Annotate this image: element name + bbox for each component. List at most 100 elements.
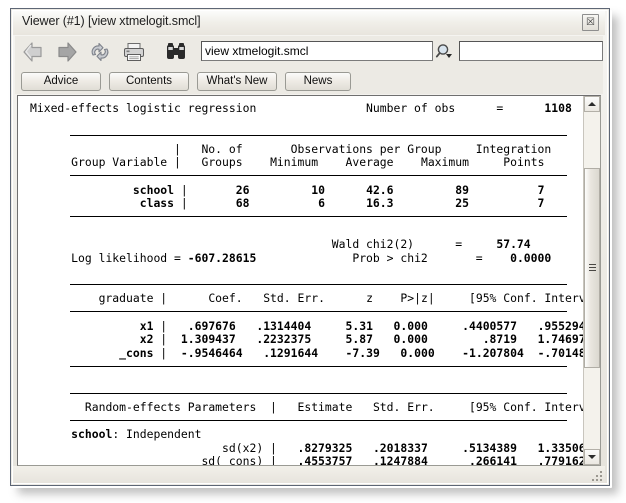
random-row-term: sd(_cons)	[201, 454, 264, 465]
print-icon[interactable]	[121, 39, 147, 65]
chevron-down-icon	[588, 455, 596, 459]
group-row-groups: 68	[235, 196, 250, 211]
coef-col-ci: [95% Conf. Interval]	[468, 291, 584, 306]
prob-value: 0.0000	[510, 250, 552, 265]
wald-label: Wald chi2(2)	[331, 236, 415, 251]
coef-row-p: 0.000	[393, 318, 428, 333]
coef-row-se: .1314404	[256, 318, 312, 333]
button-bar: Advice Contents What's New News	[15, 68, 603, 94]
forward-arrow-icon[interactable]	[53, 39, 79, 65]
random-row-estimate: .8279325	[297, 440, 353, 455]
random-row-estimate: .4553757	[297, 454, 353, 465]
random-row-cilo: .5134389	[462, 440, 517, 455]
title-bar[interactable]: Viewer (#1) [view xtmelogit.smcl] ☒	[13, 11, 605, 35]
coef-dep-var: graduate	[98, 291, 154, 306]
random-col-ci: [95% Conf. Interval]	[468, 400, 584, 415]
scroll-down-button[interactable]	[584, 449, 600, 465]
magnifier-dropdown-icon[interactable]	[435, 42, 455, 61]
random-col-stderr: Std. Err.	[372, 400, 435, 415]
viewer-window: Viewer (#1) [view xtmelogit.smcl] ☒ view…	[10, 8, 610, 486]
stata-output-text: Mixed-effects logistic regression Number…	[18, 96, 584, 465]
coef-row-coef: -.9546464	[180, 345, 243, 360]
coef-row-p: 0.000	[393, 332, 428, 347]
random-col-params: Random-effects Parameters	[84, 400, 257, 415]
coef-row-p: 0.000	[400, 345, 435, 360]
nobs-value: 1108	[544, 101, 572, 115]
group-row-average: 42.6	[366, 182, 394, 197]
back-arrow-icon[interactable]	[21, 39, 47, 65]
coef-col-z: z	[366, 291, 373, 306]
refresh-icon[interactable]	[87, 39, 113, 65]
group-col-minimum: Minimum	[270, 155, 319, 170]
group-row-name: class	[139, 196, 175, 211]
status-bar	[13, 466, 605, 483]
coef-row-coef: .697676	[187, 318, 236, 333]
toolbar	[15, 36, 603, 68]
vertical-scrollbar[interactable]	[583, 96, 600, 465]
group-col-no-of: No. of	[201, 141, 243, 156]
coef-col-coef: Coef.	[208, 291, 243, 306]
group-row-groups: 26	[235, 182, 250, 197]
random-row-cihi: 1.335061	[537, 440, 584, 455]
random-row-term: sd(x2)	[222, 440, 264, 455]
random-row-cihi: .7791625	[537, 454, 584, 465]
coef-row-z: 5.87	[345, 332, 373, 347]
coef-row-coef: 1.309437	[180, 332, 236, 347]
loglik-value: -607.28615	[187, 250, 257, 265]
chevron-up-icon	[588, 102, 596, 106]
coef-row-se: .1291644	[263, 345, 319, 360]
random-row-se: .1247884	[372, 454, 428, 465]
coef-row-term: _cons	[119, 345, 154, 360]
scroll-up-button[interactable]	[584, 96, 600, 112]
find-binoculars-icon[interactable]	[163, 39, 189, 65]
group-row-minimum: 10	[311, 182, 325, 197]
resize-grip-icon[interactable]	[589, 468, 602, 481]
coef-row-cilo: .4400577	[462, 318, 517, 333]
group-col-variable: Group Variable	[71, 155, 168, 170]
group-row-points: 7	[537, 196, 545, 211]
wald-value: 57.74	[496, 236, 531, 251]
group-col-obs-per-group: Observations per Group	[290, 141, 442, 156]
output-header-line: Mixed-effects logistic regression	[30, 101, 257, 115]
group-row-maximum: 25	[455, 196, 469, 211]
random-row-cilo: .266141	[468, 454, 517, 465]
coef-row-z: -7.39	[345, 345, 380, 360]
random-row-se: .2018337	[372, 440, 428, 455]
window-title: Viewer (#1) [view xtmelogit.smcl]	[22, 14, 201, 28]
search-input[interactable]	[459, 41, 603, 61]
scrollbar-thumb[interactable]	[584, 168, 600, 368]
group-col-integration: Integration	[475, 141, 552, 156]
scrollbar-track[interactable]	[584, 112, 600, 449]
advice-button[interactable]: Advice	[21, 72, 101, 91]
prob-label: Prob > chi2	[352, 250, 428, 265]
group-col-average: Average	[345, 155, 394, 170]
close-icon: ☒	[586, 17, 595, 28]
group-row-points: 7	[537, 182, 545, 197]
stata-output-area: Mixed-effects logistic regression Number…	[18, 96, 584, 465]
group-col-points: Points	[503, 155, 545, 170]
coef-row-cilo: -1.207804	[462, 345, 524, 360]
group-col-groups: Groups	[201, 155, 243, 170]
group-row-average: 16.3	[366, 196, 394, 211]
group-col-maximum: Maximum	[420, 155, 469, 170]
random-col-estimate: Estimate	[297, 400, 353, 415]
close-button[interactable]: ☒	[582, 14, 599, 31]
coef-row-term: x2	[139, 332, 154, 347]
group-row-minimum: 6	[318, 196, 325, 211]
coef-row-z: 5.31	[345, 318, 373, 333]
coef-col-pz: P>|z|	[400, 291, 435, 306]
content-pane: Mixed-effects logistic regression Number…	[17, 95, 601, 466]
coef-row-cihi: .9552944	[537, 318, 584, 333]
coef-row-se: .2232375	[256, 332, 312, 347]
group-row-maximum: 89	[455, 182, 469, 197]
grip-lines-icon	[589, 264, 596, 273]
loglik-label: Log likelihood =	[71, 250, 181, 265]
desktop-background: Viewer (#1) [view xtmelogit.smcl] ☒ view…	[0, 0, 626, 503]
coef-row-cilo: .8719	[482, 332, 517, 347]
contents-button[interactable]: Contents	[109, 72, 189, 91]
address-input[interactable]	[201, 41, 433, 61]
whats-new-button[interactable]: What's New	[197, 72, 277, 91]
coef-col-stderr: Std. Err.	[263, 291, 325, 306]
news-button[interactable]: News	[285, 72, 351, 91]
group-row-name: school	[132, 182, 175, 197]
